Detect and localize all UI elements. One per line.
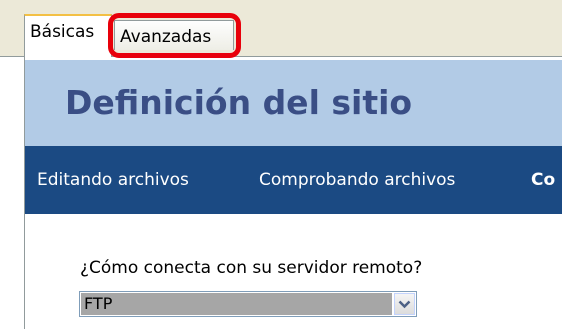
dropdown-button[interactable]	[394, 293, 415, 315]
nav-item-editing-files[interactable]: Editando archivos	[37, 146, 189, 214]
page-title: Definición del sitio	[65, 83, 413, 122]
tab-basicas[interactable]: Básicas	[24, 14, 112, 57]
highlight-annotation	[108, 13, 241, 58]
connection-select[interactable]: FTP	[79, 291, 417, 317]
panel-header: Definición del sitio	[25, 60, 562, 146]
section-nav: Editando archivos Comprobando archivos C…	[25, 146, 562, 214]
connection-select-value: FTP	[81, 293, 392, 315]
connection-question-label: ¿Cómo conecta con su servidor remoto?	[80, 258, 423, 278]
chevron-down-icon	[398, 300, 411, 309]
nav-item-partial[interactable]: Co	[531, 146, 555, 214]
nav-item-checking-files[interactable]: Comprobando archivos	[259, 146, 455, 214]
